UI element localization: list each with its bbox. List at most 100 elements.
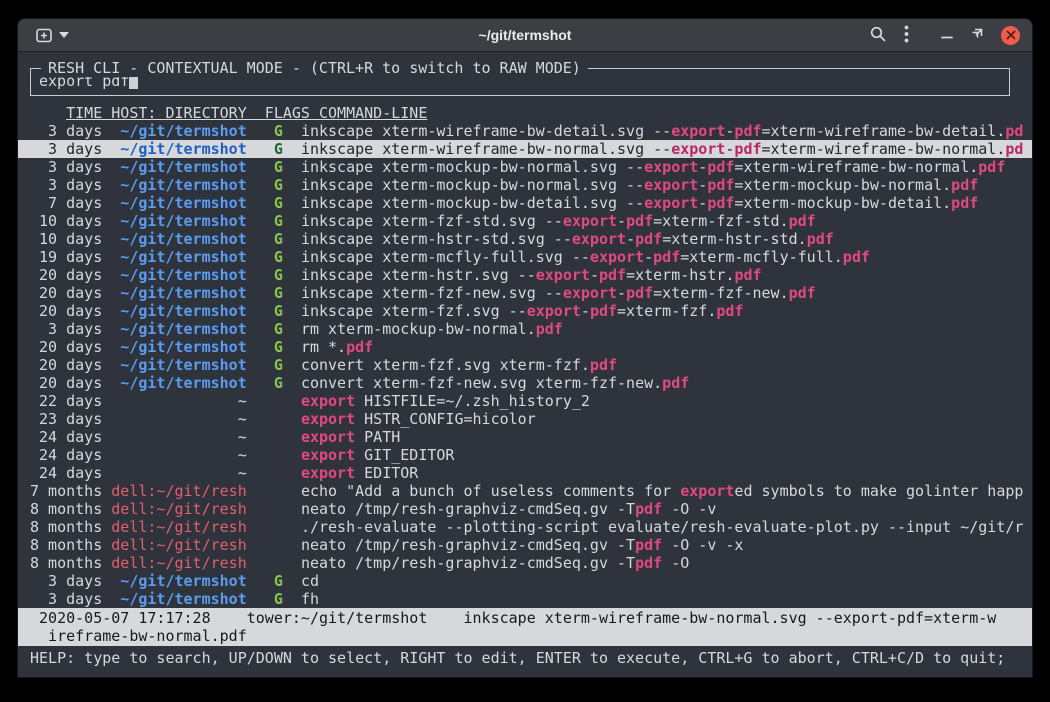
row-host: dell:~/git/resh xyxy=(111,500,246,518)
menu-button[interactable] xyxy=(904,25,909,46)
row-flags: G xyxy=(247,248,301,266)
row-command: neato /tmp/resh-graphviz-cmdSeq.gv -Tpdf… xyxy=(301,536,744,554)
match-highlight: pd xyxy=(1005,140,1023,158)
help-bar: HELP: type to search, UP/DOWN to select,… xyxy=(18,646,1032,667)
history-row[interactable]: 20 days ~/git/termshot G inkscape xterm-… xyxy=(18,266,1032,284)
history-row[interactable]: 3 days ~/git/termshot G fh xyxy=(18,590,1032,608)
restore-button[interactable] xyxy=(971,28,983,43)
minimize-button[interactable] xyxy=(941,28,953,43)
command-text: neato /tmp/resh-graphviz-cmdSeq.gv -T xyxy=(301,554,635,572)
history-row[interactable]: 3 days ~/git/termshot G inkscape xterm-m… xyxy=(18,176,1032,194)
match-highlight: export xyxy=(572,230,626,248)
search-button[interactable] xyxy=(869,25,886,45)
history-row[interactable]: 8 months dell:~/git/resh ./resh-evaluate… xyxy=(18,518,1032,536)
table-header-labels: TIME HOST: DIRECTORY FLAGS COMMAND-LINE xyxy=(66,104,427,122)
row-time: 7 days xyxy=(30,194,111,212)
titlebar[interactable]: ~/git/termshot xyxy=(18,19,1032,52)
command-text: inkscape xterm-hstr-std.svg -- xyxy=(301,230,572,248)
row-command: fh xyxy=(301,590,319,608)
row-host: ~/git/termshot xyxy=(111,212,246,230)
history-row[interactable]: 8 months dell:~/git/resh neato /tmp/resh… xyxy=(18,500,1032,518)
row-host: ~ xyxy=(111,428,246,446)
row-flags: G xyxy=(247,374,301,392)
command-text: HISTFILE=~/.zsh_history_2 xyxy=(355,392,590,410)
command-text: =xterm-mockup-bw-detail. xyxy=(734,194,951,212)
minimize-icon xyxy=(941,28,953,40)
search-icon xyxy=(869,25,886,42)
row-host: ~/git/termshot xyxy=(111,230,246,248)
row-time: 20 days xyxy=(30,356,111,374)
match-highlight: pdf xyxy=(951,194,978,212)
history-row[interactable]: 3 days ~/git/termshot G inkscape xterm-w… xyxy=(18,140,1032,158)
row-host: dell:~/git/resh xyxy=(111,482,246,500)
command-text: ./resh-evaluate --plotting-script evalua… xyxy=(301,518,1023,536)
command-text: rm xterm-mockup-bw-normal. xyxy=(301,320,536,338)
row-command: inkscape xterm-mockup-bw-detail.svg --ex… xyxy=(301,194,978,212)
close-button[interactable] xyxy=(1001,26,1020,45)
command-text: =xterm-fzf-new. xyxy=(653,284,788,302)
history-row[interactable]: 3 days ~/git/termshot G cd xyxy=(18,572,1032,590)
history-row[interactable]: 19 days ~/git/termshot G inkscape xterm-… xyxy=(18,248,1032,266)
command-text: HSTR_CONFIG=hicolor xyxy=(355,410,536,428)
history-row[interactable]: 24 days ~ export GIT_EDITOR xyxy=(18,446,1032,464)
history-row[interactable]: 24 days ~ export PATH xyxy=(18,428,1032,446)
history-row[interactable]: 8 months dell:~/git/resh neato /tmp/resh… xyxy=(18,536,1032,554)
history-row[interactable]: 20 days ~/git/termshot G convert xterm-f… xyxy=(18,374,1032,392)
new-tab-button[interactable] xyxy=(30,25,75,46)
row-flags: G xyxy=(247,140,301,158)
row-host: ~/git/termshot xyxy=(111,338,246,356)
history-row[interactable]: 24 days ~ export EDITOR xyxy=(18,464,1032,482)
row-command: inkscape xterm-hstr.svg --export-pdf=xte… xyxy=(301,266,762,284)
resh-search-box[interactable]: RESH CLI - CONTEXTUAL MODE - (CTRL+R to … xyxy=(30,68,1010,96)
row-host: ~/git/termshot xyxy=(111,122,246,140)
row-command: rm xterm-mockup-bw-normal.pdf xyxy=(301,320,563,338)
command-text: -O -v -x xyxy=(662,536,743,554)
command-text: =xterm-hstr-std. xyxy=(662,230,807,248)
match-highlight: export xyxy=(680,482,734,500)
kebab-menu-icon xyxy=(904,25,909,43)
row-time: 8 months xyxy=(30,500,111,518)
row-time: 20 days xyxy=(30,374,111,392)
history-row[interactable]: 7 days ~/git/termshot G inkscape xterm-m… xyxy=(18,194,1032,212)
row-time: 24 days xyxy=(30,428,111,446)
command-text: inkscape xterm-mcfly-full.svg -- xyxy=(301,248,590,266)
row-flags xyxy=(247,446,301,464)
row-flags: G xyxy=(247,230,301,248)
match-highlight: pdf xyxy=(626,212,653,230)
row-host: ~/git/termshot xyxy=(111,590,246,608)
row-time: 8 months xyxy=(30,536,111,554)
match-highlight: pdf xyxy=(590,302,617,320)
row-host: ~/git/termshot xyxy=(111,374,246,392)
match-highlight: pdf xyxy=(536,320,563,338)
match-highlight: export xyxy=(301,446,355,464)
history-row[interactable]: 3 days ~/git/termshot G rm xterm-mockup-… xyxy=(18,320,1032,338)
command-text: =xterm-mcfly-full. xyxy=(680,248,843,266)
history-row[interactable]: 20 days ~/git/termshot G inkscape xterm-… xyxy=(18,302,1032,320)
history-row[interactable]: 3 days ~/git/termshot G inkscape xterm-w… xyxy=(18,122,1032,140)
row-command: rm *.pdf xyxy=(301,338,373,356)
row-time: 20 days xyxy=(30,338,111,356)
command-text: convert xterm-fzf.svg xterm-fzf. xyxy=(301,356,590,374)
chevron-down-icon xyxy=(59,32,69,38)
match-highlight: export xyxy=(671,140,725,158)
history-row[interactable]: 20 days ~/git/termshot G convert xterm-f… xyxy=(18,356,1032,374)
match-highlight: export xyxy=(671,122,725,140)
command-text: =xterm-wireframe-bw-normal. xyxy=(762,140,1006,158)
close-icon xyxy=(1006,30,1016,40)
row-time: 3 days xyxy=(30,140,111,158)
history-row[interactable]: 10 days ~/git/termshot G inkscape xterm-… xyxy=(18,230,1032,248)
history-row[interactable]: 10 days ~/git/termshot G inkscape xterm-… xyxy=(18,212,1032,230)
history-rows: 3 days ~/git/termshot G inkscape xterm-w… xyxy=(18,122,1032,608)
history-row[interactable]: 22 days ~ export HISTFILE=~/.zsh_history… xyxy=(18,392,1032,410)
history-row[interactable]: 20 days ~/git/termshot G inkscape xterm-… xyxy=(18,284,1032,302)
row-time: 20 days xyxy=(30,284,111,302)
history-row[interactable]: 7 months dell:~/git/resh echo "Add a bun… xyxy=(18,482,1032,500)
row-host: ~ xyxy=(111,392,246,410)
history-row[interactable]: 23 days ~ export HSTR_CONFIG=hicolor xyxy=(18,410,1032,428)
history-row[interactable]: 20 days ~/git/termshot G rm *.pdf xyxy=(18,338,1032,356)
row-host: ~/git/termshot xyxy=(111,176,246,194)
detail-line: ireframe-bw-normal.pdf xyxy=(30,627,1008,645)
history-row[interactable]: 3 days ~/git/termshot G inkscape xterm-m… xyxy=(18,158,1032,176)
history-row[interactable]: 8 months dell:~/git/resh neato /tmp/resh… xyxy=(18,554,1032,572)
row-command: export EDITOR xyxy=(301,464,418,482)
